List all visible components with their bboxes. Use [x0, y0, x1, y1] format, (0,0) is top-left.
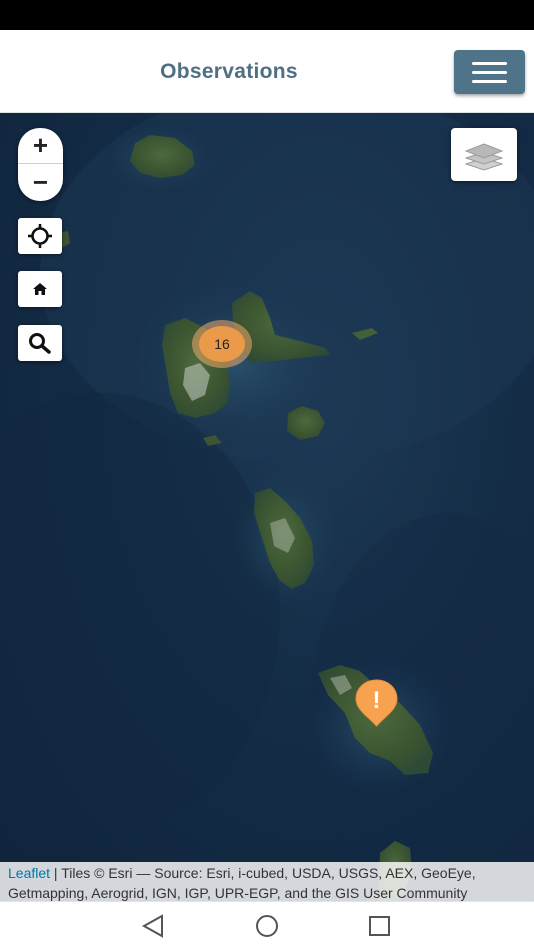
marker-symbol: !	[373, 687, 381, 714]
android-nav-bar	[0, 901, 534, 950]
alert-marker-icon: !	[355, 679, 398, 727]
satellite-basemap	[0, 113, 534, 901]
recent-square-icon	[369, 916, 390, 936]
observation-cluster[interactable]: 16	[192, 320, 252, 368]
map-attribution: Leaflet | Tiles © Esri — Source: Esri, i…	[0, 862, 534, 901]
locate-button[interactable]	[18, 218, 62, 254]
crosshair-icon	[28, 224, 52, 248]
menu-button[interactable]	[454, 50, 525, 94]
status-bar	[0, 0, 534, 30]
cluster-count: 16	[199, 326, 245, 362]
map-view[interactable]: + − 16 ! Leaflet | Tiles © Esri — Source…	[0, 113, 534, 901]
zoom-in-button[interactable]: +	[18, 128, 63, 164]
leaflet-link[interactable]: Leaflet	[8, 865, 50, 881]
nav-recent-button[interactable]	[366, 913, 394, 939]
app-header: Observations	[0, 30, 534, 113]
layers-button[interactable]	[451, 128, 517, 181]
nav-home-button[interactable]	[253, 913, 281, 939]
zoom-control: + −	[18, 128, 63, 201]
observation-marker[interactable]: !	[354, 678, 399, 728]
home-circle-icon	[256, 915, 278, 937]
search-button[interactable]	[18, 325, 62, 361]
nav-back-button[interactable]	[139, 913, 167, 939]
page-title: Observations	[160, 60, 298, 83]
search-icon	[29, 333, 51, 354]
zoom-out-button[interactable]: −	[18, 164, 63, 200]
attribution-text: | Tiles © Esri — Source: Esri, i-cubed, …	[8, 865, 476, 901]
layers-icon	[464, 142, 504, 171]
home-icon	[33, 283, 47, 295]
home-button[interactable]	[18, 271, 62, 307]
back-triangle-icon	[141, 914, 163, 938]
